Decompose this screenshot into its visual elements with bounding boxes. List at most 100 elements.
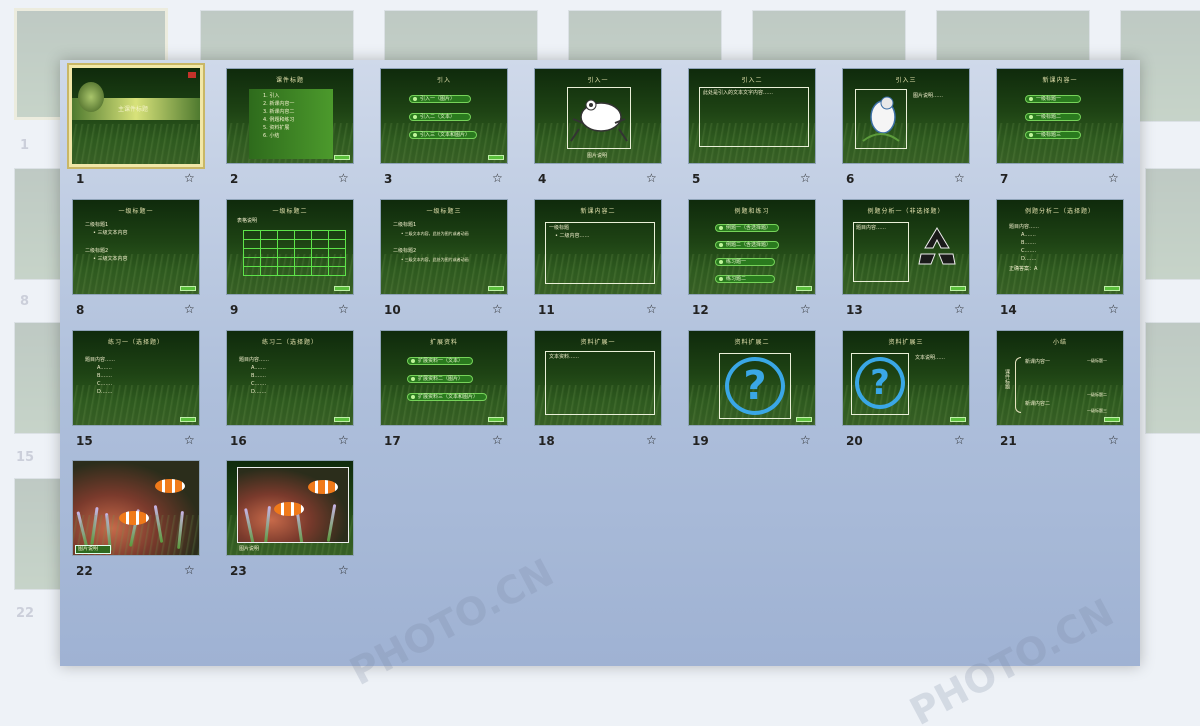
slide-number: 4 <box>538 172 547 186</box>
slide-title: 小结 <box>1052 339 1067 346</box>
clownfish <box>308 480 338 494</box>
slide-thumbnail[interactable]: 例题和练习 例题一（含选择题） 例题二（含选择题） 练习题一 练习题二 12 ☆ <box>688 199 818 323</box>
slide-title: 资料扩展二 <box>734 339 770 346</box>
slide-thumbnail[interactable]: 新课内容一 一级标题一 一级标题二 一级标题三 7 ☆ <box>996 68 1126 192</box>
star-icon[interactable]: ☆ <box>646 171 657 185</box>
slide-thumbnail[interactable]: 扩展资料 扩展资料一（文本） 扩展资料二（图片） 扩展资料三（文本和图片） 17… <box>380 330 510 454</box>
slide-thumbnail[interactable]: 引入一 图片说明 4 ☆ <box>534 68 664 192</box>
star-icon[interactable]: ☆ <box>1108 302 1119 316</box>
nav-button <box>950 417 966 422</box>
star-icon[interactable]: ☆ <box>1108 171 1119 185</box>
slide-number: 1 <box>76 172 85 186</box>
star-icon[interactable]: ☆ <box>954 433 965 447</box>
star-icon[interactable]: ☆ <box>492 433 503 447</box>
slide-thumbnail[interactable]: 新课内容二 一级标题 • 二级内容…… 11 ☆ <box>534 199 664 323</box>
slide-thumbnail[interactable]: 一级标题三 二级标题1 • 三级文本内容，此处为图片或者动画 二级标题2 • 三… <box>380 199 510 323</box>
slide-title: 一级标题二 <box>272 208 308 215</box>
slide-number: 9 <box>230 303 239 317</box>
slide-thumbnail[interactable]: 引入三 图片说明…… 6 ☆ <box>842 68 972 192</box>
slide-number: 23 <box>230 564 247 578</box>
slide-title: 例题和练习 <box>734 208 770 215</box>
star-icon[interactable]: ☆ <box>184 563 195 577</box>
slide-thumbnail[interactable]: 引入二 此处是引入的文本文字内容…… 5 ☆ <box>688 68 818 192</box>
star-icon[interactable]: ☆ <box>184 433 195 447</box>
slide-title: 练习一（选择题） <box>107 339 164 346</box>
star-icon[interactable]: ☆ <box>800 302 811 316</box>
slide-thumbnail[interactable]: 资料扩展三 ? 文本说明…… 20 ☆ <box>842 330 972 454</box>
slide-thumbnail[interactable]: 图片说明 22 ☆ <box>72 460 202 584</box>
star-icon[interactable]: ☆ <box>800 171 811 185</box>
slide-title: 扩展资料 <box>429 339 458 346</box>
star-icon[interactable]: ☆ <box>338 171 349 185</box>
star-icon[interactable]: ☆ <box>954 302 965 316</box>
star-icon[interactable]: ☆ <box>492 171 503 185</box>
slide-number: 6 <box>846 172 855 186</box>
slide-thumbnail[interactable]: 练习二（选择题） 题目内容…… A.…… B.…… C.…… D.…… 16 ☆ <box>226 330 356 454</box>
star-icon[interactable]: ☆ <box>1108 433 1119 447</box>
image-caption: 图片说明 <box>239 546 260 552</box>
anemone <box>264 505 271 542</box>
option-line: D.…… <box>251 389 267 395</box>
slide-number: 8 <box>76 303 85 317</box>
slide-preview: 扩展资料 扩展资料一（文本） 扩展资料二（图片） 扩展资料三（文本和图片） <box>380 330 508 426</box>
image-caption: 图片说明 <box>78 546 99 552</box>
slide-thumbnail[interactable]: 例题分析一（非选择题） 题目内容…… 13 ☆ <box>842 199 972 323</box>
question-line: 题目内容…… <box>239 357 270 363</box>
slide-thumbnail[interactable]: 图片说明 23 ☆ <box>226 460 356 584</box>
slide-thumbnail[interactable]: 资料扩展一 文本资料…… 18 ☆ <box>534 330 664 454</box>
slide-preview: 资料扩展三 ? 文本说明…… <box>842 330 970 426</box>
star-icon[interactable]: ☆ <box>492 302 503 316</box>
star-icon[interactable]: ☆ <box>338 433 349 447</box>
slide-thumbnail[interactable]: 一级标题一 二级标题1 • 三级文本内容 二级标题2 • 三级文本内容 8 ☆ <box>72 199 202 323</box>
slide-thumbnail[interactable]: 资料扩展二 ? 19 ☆ <box>688 330 818 454</box>
slide-preview: 例题分析一（非选择题） 题目内容…… <box>842 199 970 295</box>
slide-thumbnail[interactable]: 一级标题二 表格说明 9 ☆ <box>226 199 356 323</box>
slide-title: 引入一 <box>587 77 609 84</box>
slide-thumbnail[interactable]: 例题分析二（选择题） 题目内容…… A.…… B.…… C.…… D.…… 正确… <box>996 199 1126 323</box>
question-mark-icon: ? <box>725 357 785 415</box>
slide-sorter-panel: 主课件标题 1 ☆ 课件标题 1. 引入 2. 新课内容一 3. 新课内容二 4… <box>60 60 1140 666</box>
image-caption: 图片说明 <box>587 153 608 159</box>
slide-number: 11 <box>538 303 555 317</box>
anemone <box>326 504 337 542</box>
slide-title: 新课内容二 <box>580 208 616 215</box>
ghost-slide-number: 22 <box>16 606 35 621</box>
data-table <box>243 230 346 276</box>
slide-preview: 引入二 此处是引入的文本文字内容…… <box>688 68 816 164</box>
bullet-line: • 二级内容…… <box>555 233 590 239</box>
slide-number: 21 <box>1000 434 1017 448</box>
slide-title: 一级标题一 <box>118 208 154 215</box>
star-icon[interactable]: ☆ <box>184 302 195 316</box>
star-icon[interactable]: ☆ <box>646 302 657 316</box>
body-text: 图片说明…… <box>913 93 944 99</box>
slide-title: 资料扩展三 <box>888 339 924 346</box>
slide-preview: 引入一 图片说明 <box>534 68 662 164</box>
nav-button <box>488 417 504 422</box>
slide-thumbnail[interactable]: 小结 课件标题 新课内容一 新课内容二 一级标题一 一级标题二 一级标题三 21… <box>996 330 1126 454</box>
bullet-line: 二级标题1 <box>393 222 417 228</box>
anemone <box>90 506 99 546</box>
question-line: 题目内容…… <box>1009 224 1040 230</box>
slide-preview: 引入 引入一（图片） 引入二（文本） 引入三（文本和图片） <box>380 68 508 164</box>
option-line: C.…… <box>1021 248 1037 254</box>
anemone <box>76 511 89 549</box>
option-line: C.…… <box>251 381 267 387</box>
slide-thumbnail[interactable]: 主课件标题 1 ☆ <box>69 65 203 192</box>
menu-pill: 一级标题二 <box>1025 113 1081 121</box>
slide-thumbnail[interactable]: 课件标题 1. 引入 2. 新课内容一 3. 新课内容二 4. 例题和练习 5.… <box>226 68 356 192</box>
star-icon[interactable]: ☆ <box>184 171 195 185</box>
nav-button <box>488 286 504 291</box>
star-icon[interactable]: ☆ <box>338 563 349 577</box>
star-icon[interactable]: ☆ <box>954 171 965 185</box>
ghost-slide-number: 8 <box>20 294 30 309</box>
question-mark-icon: ? <box>855 357 905 409</box>
menu-pill: 一级标题一 <box>1025 95 1081 103</box>
slide-thumbnail[interactable]: 引入 引入一（图片） 引入二（文本） 引入三（文本和图片） 3 ☆ <box>380 68 510 192</box>
summary-leaf: 一级标题一 <box>1087 358 1107 363</box>
star-icon[interactable]: ☆ <box>338 302 349 316</box>
star-icon[interactable]: ☆ <box>646 433 657 447</box>
star-icon[interactable]: ☆ <box>800 433 811 447</box>
slide-number: 3 <box>384 172 393 186</box>
slide-thumbnail[interactable]: 练习一（选择题） 题目内容…… A.…… B.…… C.…… D.…… 15 ☆ <box>72 330 202 454</box>
ghost-slide-number: 15 <box>16 450 35 465</box>
